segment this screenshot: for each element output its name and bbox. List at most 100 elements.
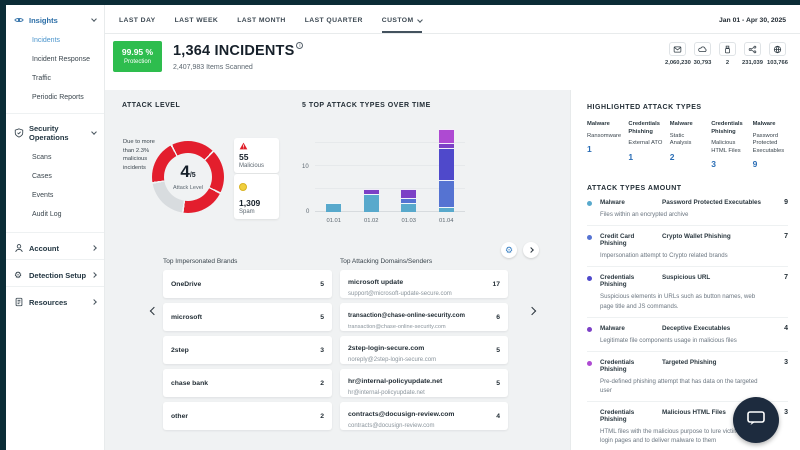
brand-row[interactable]: chase bank 2 bbox=[163, 369, 332, 397]
chat-monitor-icon bbox=[746, 410, 766, 431]
amount-row[interactable]: Credit Card Phishing Crypto Wallet Phish… bbox=[587, 226, 788, 267]
sidebar-section-label: Security Operations bbox=[29, 124, 87, 142]
series-dot bbox=[587, 361, 592, 366]
brand-row[interactable]: OneDrive 5 bbox=[163, 270, 332, 298]
brand-row[interactable]: 2step 3 bbox=[163, 336, 332, 364]
brand-count: 5 bbox=[320, 281, 324, 288]
chart-settings-button[interactable]: ⚙ bbox=[501, 242, 517, 258]
highlighted-title: HIGHLIGHTED ATTACK TYPES bbox=[587, 104, 788, 111]
channel-email: 2,060,230 bbox=[665, 42, 690, 66]
sidebar-item-audit-log[interactable]: Audit Log bbox=[6, 205, 104, 224]
chevron-right-icon bbox=[91, 299, 97, 305]
domain-email: hr@internal-policyupdate.net bbox=[348, 390, 442, 396]
domain-row[interactable]: contracts@docusign-review.com contracts@… bbox=[340, 402, 508, 430]
amount-row[interactable]: Malware Deceptive Executables 4 Legitima… bbox=[587, 318, 788, 352]
domain-count: 6 bbox=[496, 314, 500, 321]
carousel-prev-button[interactable] bbox=[150, 307, 158, 315]
domains-list-title: Top Attacking Domains/Senders bbox=[340, 258, 432, 265]
channel-usb-value: 2 bbox=[715, 60, 740, 66]
channel-cloud-value: 30,793 bbox=[690, 60, 715, 66]
warning-triangle-icon bbox=[239, 142, 274, 150]
amount-value: 7 bbox=[784, 233, 788, 240]
tab-last-month[interactable]: LAST MONTH bbox=[237, 17, 286, 33]
highlighted-value: 1 bbox=[587, 144, 622, 154]
brand-row[interactable]: other 2 bbox=[163, 402, 332, 430]
amount-value: 3 bbox=[784, 359, 788, 366]
chart-title: 5 TOP ATTACK TYPES OVER TIME bbox=[302, 102, 431, 109]
sidebar-section-label: Resources bbox=[29, 298, 87, 307]
highlighted-category: Credentials Phishing bbox=[711, 121, 746, 136]
items-scanned-label: 2,407,983 Items Scanned bbox=[173, 64, 303, 71]
domain-row[interactable]: hr@internal-policyupdate.net hr@internal… bbox=[340, 369, 508, 397]
sidebar-section-insights[interactable]: Insights bbox=[6, 5, 104, 31]
amount-description: Impersonation attempt to Crypto related … bbox=[600, 251, 770, 260]
sidebar-item-incident-response[interactable]: Incident Response bbox=[6, 50, 104, 69]
date-range-label: Jan 01 - Apr 30, 2025 bbox=[719, 17, 786, 33]
brand-count: 3 bbox=[320, 347, 324, 354]
highlighted-value: 3 bbox=[711, 159, 746, 169]
domain-row[interactable]: microsoft update support@microsoft-updat… bbox=[340, 270, 508, 298]
domain-row[interactable]: transaction@chase-online-security.com tr… bbox=[340, 303, 508, 331]
amount-type: Crypto Wallet Phishing bbox=[662, 233, 778, 240]
highlighted-item: Malware Password Protected Executables 9 bbox=[753, 121, 788, 169]
tab-custom-label: CUSTOM bbox=[382, 17, 414, 24]
attack-level-denominator: /5 bbox=[190, 172, 196, 179]
channel-stats: 2,060,230 30,793 2 231,039 bbox=[665, 42, 790, 66]
spam-label: Spam bbox=[239, 209, 274, 215]
chevron-down-icon bbox=[91, 129, 97, 135]
attack-level-gauge: 4/5 Attack Level bbox=[152, 141, 224, 213]
highlighted-category: Credentials Phishing bbox=[628, 121, 663, 136]
amount-row[interactable]: Credentials Phishing Targeted Phishing 3… bbox=[587, 352, 788, 402]
highlighted-value: 2 bbox=[670, 152, 705, 162]
bar-01.03: 01.03 bbox=[401, 189, 416, 212]
carousel-next-button[interactable] bbox=[528, 307, 536, 315]
domain-name: microsoft update bbox=[348, 279, 403, 286]
domain-email: support@microsoft-update-secure.com bbox=[348, 291, 452, 297]
tab-custom[interactable]: CUSTOM bbox=[382, 17, 422, 33]
sidebar-section-account[interactable]: Account bbox=[6, 232, 104, 259]
info-icon[interactable]: i bbox=[296, 42, 303, 49]
brand-name: chase bank bbox=[171, 380, 208, 387]
highlighted-category: Malware bbox=[587, 121, 622, 129]
amount-category: Credentials Phishing bbox=[600, 359, 662, 373]
sidebar-item-cases[interactable]: Cases bbox=[6, 167, 104, 186]
amount-type: Suspicious URL bbox=[662, 274, 778, 281]
brands-list-title: Top Impersonated Brands bbox=[163, 258, 237, 265]
cloud-icon bbox=[694, 42, 711, 56]
share-icon bbox=[744, 42, 761, 56]
tab-last-quarter[interactable]: LAST QUARTER bbox=[305, 17, 363, 33]
domain-row[interactable]: 2step-login-secure.com noreply@2step-log… bbox=[340, 336, 508, 364]
support-chat-button[interactable] bbox=[733, 397, 779, 443]
sidebar-item-scans[interactable]: Scans bbox=[6, 148, 104, 167]
chart-plot: 10 0 01.0101.0201.0301.04 bbox=[315, 120, 465, 212]
sidebar-item-traffic[interactable]: Traffic bbox=[6, 69, 104, 88]
sidebar-section-security-operations[interactable]: Security Operations bbox=[6, 113, 104, 148]
protection-value: 99.95 % bbox=[113, 47, 162, 57]
sidebar-item-events[interactable]: Events bbox=[6, 186, 104, 205]
chart-next-button[interactable] bbox=[523, 242, 539, 258]
amount-row[interactable]: Malware Password Protected Executables 9… bbox=[587, 192, 788, 226]
chevron-down-icon bbox=[91, 16, 97, 22]
brand-row[interactable]: microsoft 5 bbox=[163, 303, 332, 331]
domain-count: 5 bbox=[496, 380, 500, 387]
brand-count: 5 bbox=[320, 314, 324, 321]
amount-value: 9 bbox=[784, 199, 788, 206]
sidebar-item-incidents[interactable]: Incidents bbox=[6, 31, 104, 50]
attack-level-caption: Attack Level bbox=[164, 185, 212, 191]
highlighted-type: Malicious HTML Files bbox=[711, 140, 746, 155]
domain-name: transaction@chase-online-security.com bbox=[348, 312, 465, 319]
attack-level-value: 4 bbox=[180, 162, 189, 181]
incidents-count-title: 1,364 INCIDENTS bbox=[173, 43, 294, 59]
amount-category: Malware bbox=[600, 199, 662, 206]
tab-last-day[interactable]: LAST DAY bbox=[119, 17, 156, 33]
tab-last-week[interactable]: LAST WEEK bbox=[175, 17, 219, 33]
amount-row[interactable]: Credentials Phishing Suspicious URL 7 Su… bbox=[587, 267, 788, 317]
x-tick-label: 01.01 bbox=[326, 218, 341, 224]
domain-email: contracts@docusign-review.com bbox=[348, 423, 454, 429]
sidebar-section-resources[interactable]: Resources bbox=[6, 286, 104, 313]
dashboard-page: Insights Incidents Incident Response Tra… bbox=[0, 0, 800, 450]
chevron-right-icon bbox=[91, 245, 97, 251]
sidebar-item-periodic-reports[interactable]: Periodic Reports bbox=[6, 88, 104, 107]
highlighted-type: External ATO bbox=[628, 140, 663, 148]
sidebar-section-detection-setup[interactable]: ⚙ Detection Setup bbox=[6, 259, 104, 286]
